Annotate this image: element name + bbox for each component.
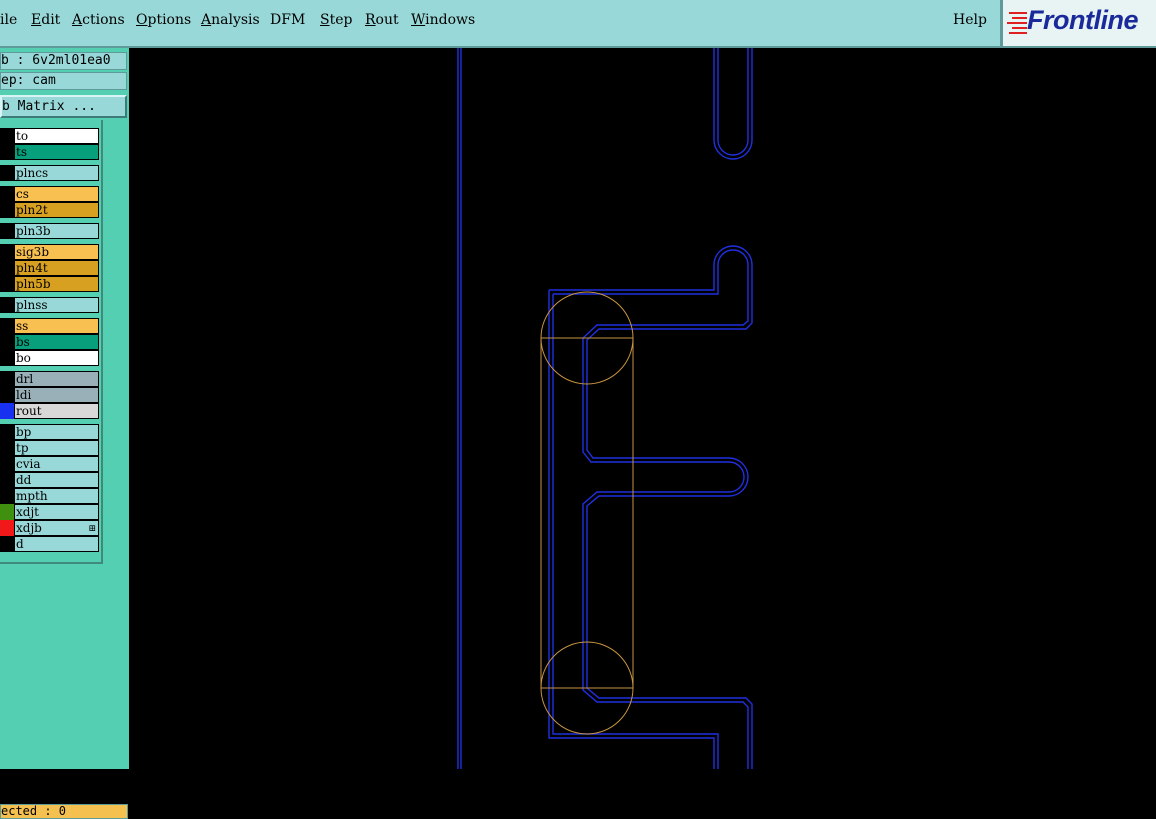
- menu-bar: ile Edit Actions Options Analysis DFM St…: [0, 0, 1000, 48]
- selected-count: ected : 0: [0, 804, 128, 819]
- layer-color-swatch[interactable]: [0, 144, 14, 160]
- layer-color-swatch[interactable]: [0, 318, 14, 334]
- layer-item-to[interactable]: to: [14, 128, 99, 144]
- layer-item-bp[interactable]: bp: [14, 424, 99, 440]
- layer-color-swatch[interactable]: [0, 202, 14, 218]
- layer-label: cvia: [16, 457, 41, 471]
- menu-step[interactable]: Step: [320, 12, 352, 28]
- menu-actions[interactable]: Actions: [72, 12, 125, 28]
- layer-color-swatch[interactable]: [0, 128, 14, 144]
- menu-edit[interactable]: Edit: [31, 12, 60, 28]
- menu-rout[interactable]: Rout: [365, 12, 399, 28]
- menu-dfm[interactable]: DFM: [270, 12, 305, 28]
- layer-item-dd[interactable]: dd: [14, 472, 99, 488]
- layer-color-swatch[interactable]: [0, 472, 14, 488]
- layer-label: bo: [16, 351, 31, 365]
- logo-speed-lines-icon: [1007, 12, 1027, 34]
- layer-label: drl: [16, 372, 34, 386]
- layer-label: xdjt: [16, 505, 39, 519]
- layer-color-swatch[interactable]: [0, 260, 14, 276]
- layer-label: cs: [16, 187, 29, 201]
- layer-list: to ts plncs cs pln2t pln3b sig3b pln4t pln5b plns…: [0, 120, 103, 564]
- menu-analysis[interactable]: Analysis: [201, 12, 260, 28]
- layer-color-swatch[interactable]: [0, 424, 14, 440]
- layer-label: pln5b: [16, 277, 51, 291]
- layer-color-swatch[interactable]: [0, 520, 14, 536]
- layer-label: to: [16, 129, 29, 143]
- layer-color-swatch[interactable]: [0, 387, 14, 403]
- layer-item-d[interactable]: d: [14, 536, 99, 552]
- rout-path-inner: [553, 249, 749, 769]
- layer-color-swatch[interactable]: [0, 536, 14, 552]
- layer-color-swatch[interactable]: [0, 350, 14, 366]
- layer-item-bs[interactable]: bs: [14, 334, 99, 350]
- layer-label: bp: [16, 425, 32, 439]
- menu-windows[interactable]: Windows: [411, 12, 475, 28]
- layer-label: mpth: [16, 489, 48, 503]
- layer-color-swatch[interactable]: [0, 186, 14, 202]
- layer-item-pln4t[interactable]: pln4t: [14, 260, 99, 276]
- layer-item-bo[interactable]: bo: [14, 350, 99, 366]
- layer-color-swatch[interactable]: [0, 334, 14, 350]
- layer-item-ts[interactable]: ts: [14, 144, 99, 160]
- layer-label: ts: [16, 145, 27, 159]
- layer-item-pln5b[interactable]: pln5b: [14, 276, 99, 292]
- rout-slot-top: [717, 48, 749, 156]
- layer-label: ss: [16, 319, 29, 333]
- graphics-canvas[interactable]: [129, 48, 1156, 769]
- layer-item-ss[interactable]: ss: [14, 318, 99, 334]
- layer-label: rout: [16, 404, 42, 418]
- layer-color-swatch[interactable]: [0, 165, 14, 181]
- layer-item-mpth[interactable]: mpth: [14, 488, 99, 504]
- sidebar: b : 6v2ml01ea0 ep: cam b Matrix ... to ts…: [0, 48, 129, 819]
- layer-label: sig3b: [16, 245, 49, 259]
- layer-item-drl[interactable]: drl: [14, 371, 99, 387]
- layer-marker-icon: ⊞: [88, 524, 96, 534]
- rout-slot-top: [713, 48, 753, 160]
- layer-item-tp[interactable]: tp: [14, 440, 99, 456]
- menu-help[interactable]: Help: [953, 12, 987, 28]
- layer-label: dd: [16, 473, 32, 487]
- menu-file[interactable]: ile: [0, 12, 17, 28]
- layer-item-xdjb[interactable]: xdjb ⊞: [14, 520, 99, 536]
- layer-label: xdjb: [16, 521, 42, 535]
- layer-label: d: [16, 537, 24, 551]
- layer-color-swatch[interactable]: [0, 276, 14, 292]
- layer-label: pln3b: [16, 224, 51, 238]
- menu-options[interactable]: Options: [136, 12, 191, 28]
- layer-label: tp: [16, 441, 29, 455]
- logo-text: Frontline: [1027, 5, 1139, 35]
- layer-item-pln3b[interactable]: pln3b: [14, 223, 99, 239]
- layer-color-swatch[interactable]: [0, 488, 14, 504]
- step-name: ep: cam: [0, 72, 127, 90]
- layer-item-plncs[interactable]: plncs: [14, 165, 99, 181]
- frontline-logo: Frontline: [1003, 0, 1156, 48]
- job-matrix-button[interactable]: b Matrix ...: [0, 95, 127, 118]
- layer-color-swatch[interactable]: [0, 504, 14, 520]
- rout-drawing: [457, 48, 753, 769]
- layer-item-pln2t[interactable]: pln2t: [14, 202, 99, 218]
- layer-label: bs: [16, 335, 30, 349]
- layer-color-swatch[interactable]: [0, 371, 14, 387]
- layer-color-swatch[interactable]: [0, 223, 14, 239]
- layer-item-plnss[interactable]: plnss: [14, 297, 99, 313]
- layer-item-cvia[interactable]: cvia: [14, 456, 99, 472]
- layer-item-sig3b[interactable]: sig3b: [14, 244, 99, 260]
- layer-label: pln2t: [16, 203, 48, 217]
- layer-label: plnss: [16, 298, 48, 312]
- layer-label: ldi: [16, 388, 32, 402]
- layer-item-xdjt[interactable]: xdjt: [14, 504, 99, 520]
- layer-item-ldi[interactable]: ldi: [14, 387, 99, 403]
- layer-color-swatch[interactable]: [0, 403, 14, 419]
- job-name: b : 6v2ml01ea0: [0, 52, 127, 70]
- rout-path-outer: [548, 290, 715, 769]
- layer-label: plncs: [16, 166, 49, 180]
- layer-label: pln4t: [16, 261, 48, 275]
- layer-color-swatch[interactable]: [0, 244, 14, 260]
- layer-item-cs[interactable]: cs: [14, 186, 99, 202]
- layer-item-rout[interactable]: rout: [14, 403, 99, 419]
- layer-color-swatch[interactable]: [0, 440, 14, 456]
- layer-color-swatch[interactable]: [0, 456, 14, 472]
- layer-color-swatch[interactable]: [0, 297, 14, 313]
